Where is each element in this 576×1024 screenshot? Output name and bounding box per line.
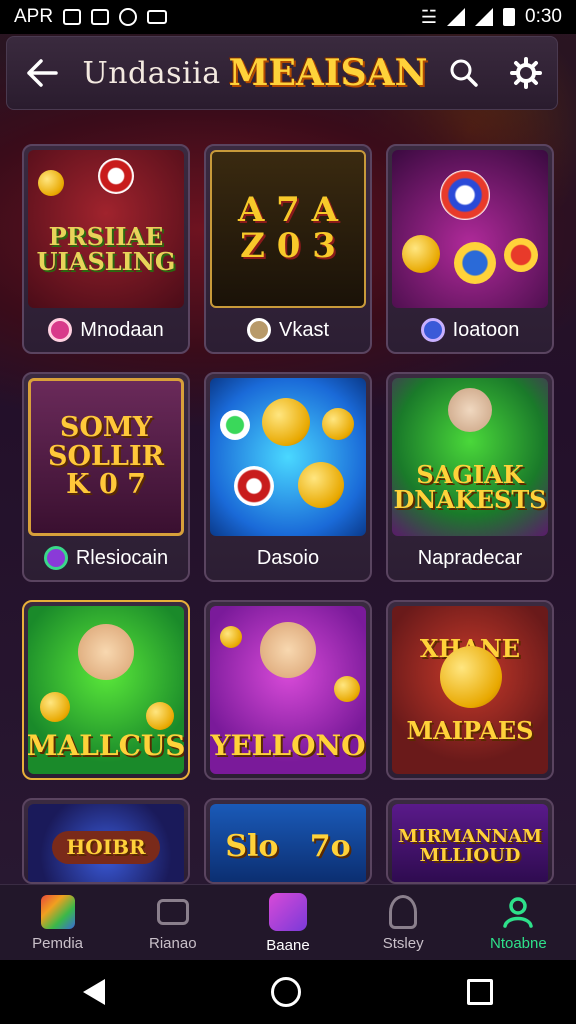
nav-item-stsley[interactable]: Stsley <box>353 894 453 952</box>
game-art-title: HOIBR <box>52 830 160 864</box>
game-artwork: SOMY SOLLIR K 0 7 <box>28 378 184 536</box>
nav-label: Pemdia <box>32 934 84 952</box>
nav-item-rianao[interactable]: Rianao <box>123 895 223 952</box>
game-card[interactable]: SOMY SOLLIR K 0 7 Rlesiocain <box>22 372 190 582</box>
system-nav-bar <box>0 960 576 1024</box>
wallet-icon <box>156 898 189 925</box>
nav-label: Rianao <box>149 934 197 952</box>
game-card[interactable]: XHANE MAIPAES <box>386 600 554 780</box>
game-label: Rlesiocain <box>75 546 169 569</box>
game-artwork <box>210 378 366 536</box>
nav-item-pemdia[interactable]: Pemdia <box>8 894 108 952</box>
game-art-title: SOMY SOLLIR K 0 7 <box>47 412 165 501</box>
nav-label: Ntoabne <box>489 934 547 952</box>
game-card[interactable]: Dasoio <box>204 372 372 582</box>
game-label: Vkast <box>278 318 330 341</box>
recents-square-icon[interactable] <box>467 979 493 1005</box>
app-title: Undasiia MEAISAN <box>77 52 433 94</box>
search-icon <box>450 59 478 87</box>
gallery-icon <box>91 9 110 25</box>
game-artwork: A 7 A Z 0 3 <box>210 150 366 308</box>
game-art-title: PRSIIAE UIASLING <box>36 221 176 276</box>
back-triangle-icon[interactable] <box>83 979 105 1005</box>
game-art-title: Slo 7o <box>225 829 351 865</box>
search-button[interactable] <box>433 36 495 110</box>
game-label: Ioatoon <box>452 318 520 341</box>
game-artwork: SAGIAK DNAKESTS <box>392 378 548 536</box>
game-art-title: YELLONO <box>210 729 366 763</box>
game-card[interactable]: Ioatoon <box>386 144 554 354</box>
game-card[interactable]: Slo 7o <box>204 798 372 884</box>
game-icon <box>268 892 307 931</box>
game-label: Mnodaan <box>80 318 164 341</box>
gear-icon <box>510 57 542 89</box>
game-artwork: HOIBR <box>28 804 184 882</box>
wifi-icon: ☱ <box>420 6 438 27</box>
home-circle-icon[interactable] <box>271 977 301 1007</box>
nav-item-ntoabne[interactable]: Ntoabne <box>468 895 568 952</box>
status-carrier: APR <box>14 6 54 27</box>
game-artwork: Slo 7o <box>210 804 366 882</box>
signal-icon-2 <box>475 8 494 26</box>
back-button[interactable] <box>7 36 77 110</box>
settings-button[interactable] <box>495 36 557 110</box>
media-icon <box>147 10 168 24</box>
game-card[interactable]: A 7 A Z 0 3 Vkast <box>204 144 372 354</box>
card-footer: Rlesiocain <box>24 536 188 580</box>
chip-icon <box>246 318 271 342</box>
game-art-title: MIRMANNAM MLLIOUD <box>398 826 542 866</box>
game-art-title: A 7 A Z 0 3 <box>237 190 339 266</box>
game-artwork: XHANE MAIPAES <box>392 606 548 774</box>
status-time: 0:30 <box>525 6 562 27</box>
card-footer: Dasoio <box>206 536 370 580</box>
signal-icon <box>447 8 466 26</box>
game-art-title: MALLCUS <box>28 729 184 763</box>
chip-icon <box>43 546 68 570</box>
grid-color-icon <box>40 894 75 929</box>
game-artwork: YELLONO <box>210 606 366 774</box>
game-card[interactable]: YELLONO <box>204 600 372 780</box>
card-footer: Mnodaan <box>24 308 188 352</box>
game-artwork: PRSIIAE UIASLING <box>28 150 184 308</box>
game-artwork: MIRMANNAM MLLIOUD <box>392 804 548 882</box>
title-accent: MEAISAN <box>228 52 428 94</box>
back-arrow-icon <box>27 59 58 87</box>
game-card[interactable]: MALLCUS <box>22 600 190 780</box>
status-bar: APR ☱ 0:30 <box>0 0 576 34</box>
game-label: Napradecar <box>417 546 523 569</box>
game-card[interactable]: SAGIAK DNAKESTS Napradecar <box>386 372 554 582</box>
game-card[interactable]: PRSIIAE UIASLING Mnodaan <box>22 144 190 354</box>
battery-icon <box>503 8 516 26</box>
alarm-icon <box>119 8 138 26</box>
app-header: Undasiia MEAISAN <box>6 36 558 110</box>
card-footer: Ioatoon <box>388 308 552 352</box>
profile-icon <box>503 896 534 928</box>
title-main: Undasiia <box>82 55 221 91</box>
chip-icon <box>48 318 73 342</box>
game-artwork <box>392 150 548 308</box>
game-artwork: MALLCUS <box>28 606 184 774</box>
chip-icon <box>420 318 445 342</box>
game-art-title: SAGIAK DNAKESTS <box>393 459 547 514</box>
card-footer: Vkast <box>206 308 370 352</box>
card-footer: Napradecar <box>388 536 552 580</box>
game-card[interactable]: HOIBR <box>22 798 190 884</box>
nav-item-baane[interactable]: Baane <box>238 892 338 954</box>
game-label: Dasoio <box>256 546 320 569</box>
nav-label: Stsley <box>382 934 424 952</box>
trophy-icon <box>389 894 418 929</box>
game-card[interactable]: MIRMANNAM MLLIOUD <box>386 798 554 884</box>
notification-icon <box>63 9 82 25</box>
bottom-nav: Pemdia Rianao Baane Stsley Ntoabne <box>0 884 576 961</box>
nav-label: Baane <box>266 936 310 954</box>
